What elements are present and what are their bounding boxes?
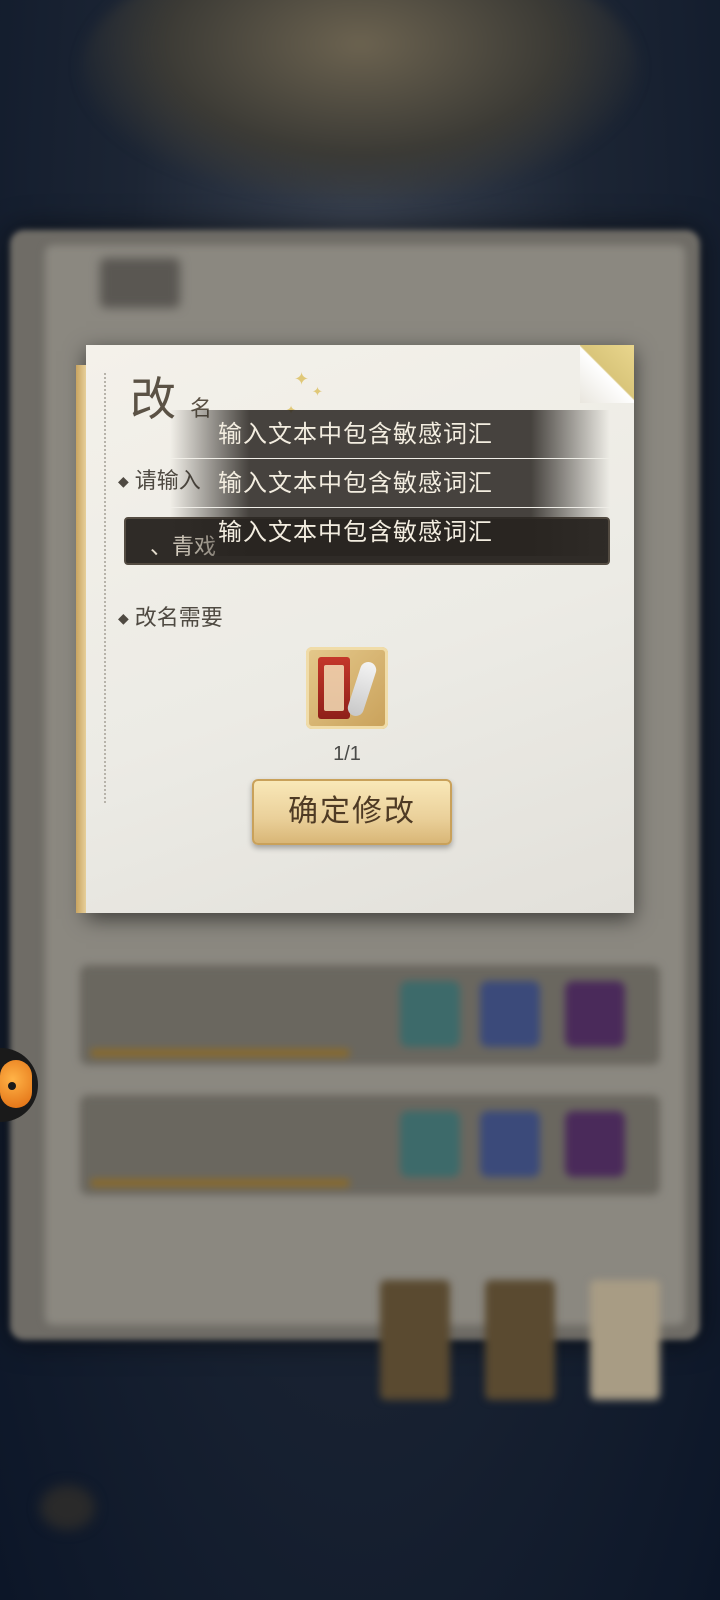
diamond-bullet-icon: ◆ (118, 611, 129, 627)
item-count: 1/1 (333, 743, 361, 765)
confirm-rename-button[interactable]: 确定修改 (252, 779, 452, 845)
diamond-bullet-icon: ◆ (118, 474, 129, 490)
assistant-face-icon (0, 1060, 32, 1108)
toast-message: 输入文本中包含敏感词汇 (170, 459, 610, 507)
cost-label: ◆ 改名需要 (118, 606, 223, 631)
background-blob (40, 1485, 95, 1530)
page-corner-fold (580, 345, 634, 403)
background-moon (80, 0, 640, 200)
toast-message: 输入文本中包含敏感词汇 (170, 508, 610, 556)
sparkle-icon: ✦ (312, 385, 323, 400)
rename-scroll-icon (318, 657, 350, 719)
brush-icon (345, 659, 379, 719)
background-tab (485, 1280, 555, 1400)
background-book-title (100, 258, 180, 308)
toast-message: 输入文本中包含敏感词汇 (170, 410, 610, 458)
background-list-row (80, 1095, 660, 1195)
rename-scroll-item[interactable] (306, 647, 388, 729)
background-tab (380, 1280, 450, 1400)
dialog-dotted-divider (104, 373, 106, 803)
sparkle-icon: ✦ (294, 369, 310, 390)
background-list-row (80, 965, 660, 1065)
background-tab (590, 1280, 660, 1400)
